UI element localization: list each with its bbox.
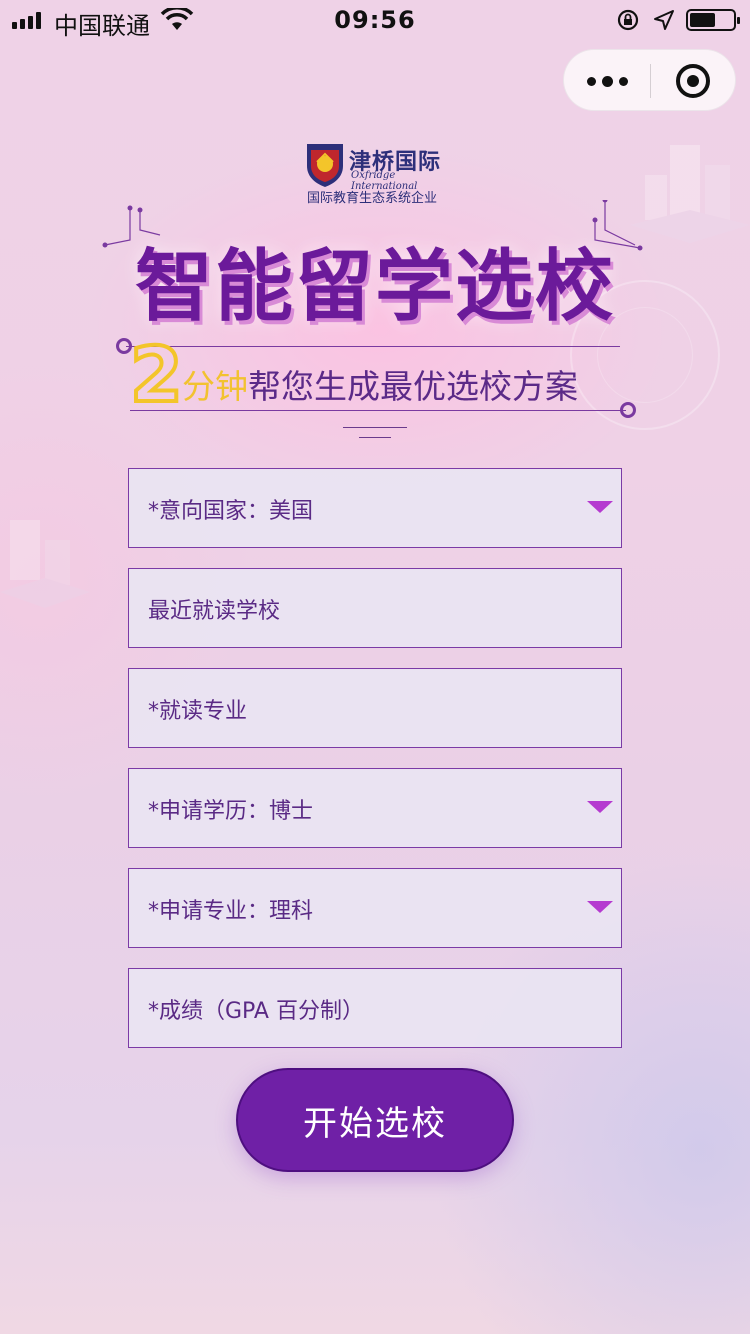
recent-school-input[interactable]: 最近就读学校	[128, 568, 622, 648]
start-selection-button[interactable]: 开始选校	[236, 1068, 514, 1172]
target-close-icon[interactable]	[676, 64, 710, 98]
major-placeholder: *就读专业	[148, 699, 248, 724]
rotation-lock-icon	[617, 9, 639, 31]
battery-level	[690, 13, 715, 27]
hero-subtitle: 分钟帮您生成最优选校方案	[182, 360, 578, 408]
location-arrow-icon	[654, 10, 674, 30]
circle-node-icon	[620, 402, 636, 418]
brand-slogan: 国际教育生态系统企业	[307, 191, 438, 206]
city-illustration-icon	[0, 520, 90, 608]
page-title: 智能留学选校	[134, 242, 615, 332]
hero-subtitle-accent: 分钟	[182, 367, 248, 406]
miniprogram-capsule	[563, 49, 736, 111]
divider-line	[126, 346, 620, 347]
degree-select[interactable]: *申请学历：博士	[128, 768, 622, 848]
major-input[interactable]: *就读专业	[128, 668, 622, 748]
brand-logo: 津桥国际 Oxfridge International 国际教育生态系统企业	[305, 142, 455, 206]
apply-major-select-value: *申请专业：理科	[148, 899, 314, 924]
shield-crest-icon	[307, 144, 343, 187]
battery-icon	[686, 9, 740, 31]
recent-school-placeholder: 最近就读学校	[148, 599, 281, 624]
gpa-input[interactable]: *成绩（GPA 百分制）	[128, 968, 622, 1048]
school-selection-form: *意向国家：美国 最近就读学校 *就读专业 *申请学历：博士 *申请专业：理科 …	[128, 468, 622, 1068]
hero-subtitle-rest: 帮您生成最优选校方案	[248, 367, 578, 406]
country-select-value: *意向国家：美国	[148, 499, 314, 524]
apply-major-select[interactable]: *申请专业：理科	[128, 868, 622, 948]
more-dots-icon[interactable]	[564, 50, 650, 112]
hero-big-number: 2	[128, 328, 185, 421]
hero-subtitle-block: 2 分钟帮您生成最优选校方案	[116, 328, 640, 424]
country-select[interactable]: *意向国家：美国	[128, 468, 622, 548]
caret-down-icon	[587, 501, 613, 513]
gpa-placeholder: *成绩（GPA 百分制）	[148, 999, 364, 1024]
status-bar: 中国联通 09:56	[0, 0, 750, 40]
caret-down-icon	[587, 901, 613, 913]
caret-down-icon	[587, 801, 613, 813]
degree-select-value: *申请学历：博士	[148, 799, 314, 824]
capsule-divider	[650, 64, 651, 98]
divider-line	[130, 410, 626, 411]
title-underline-decoration	[343, 426, 407, 440]
